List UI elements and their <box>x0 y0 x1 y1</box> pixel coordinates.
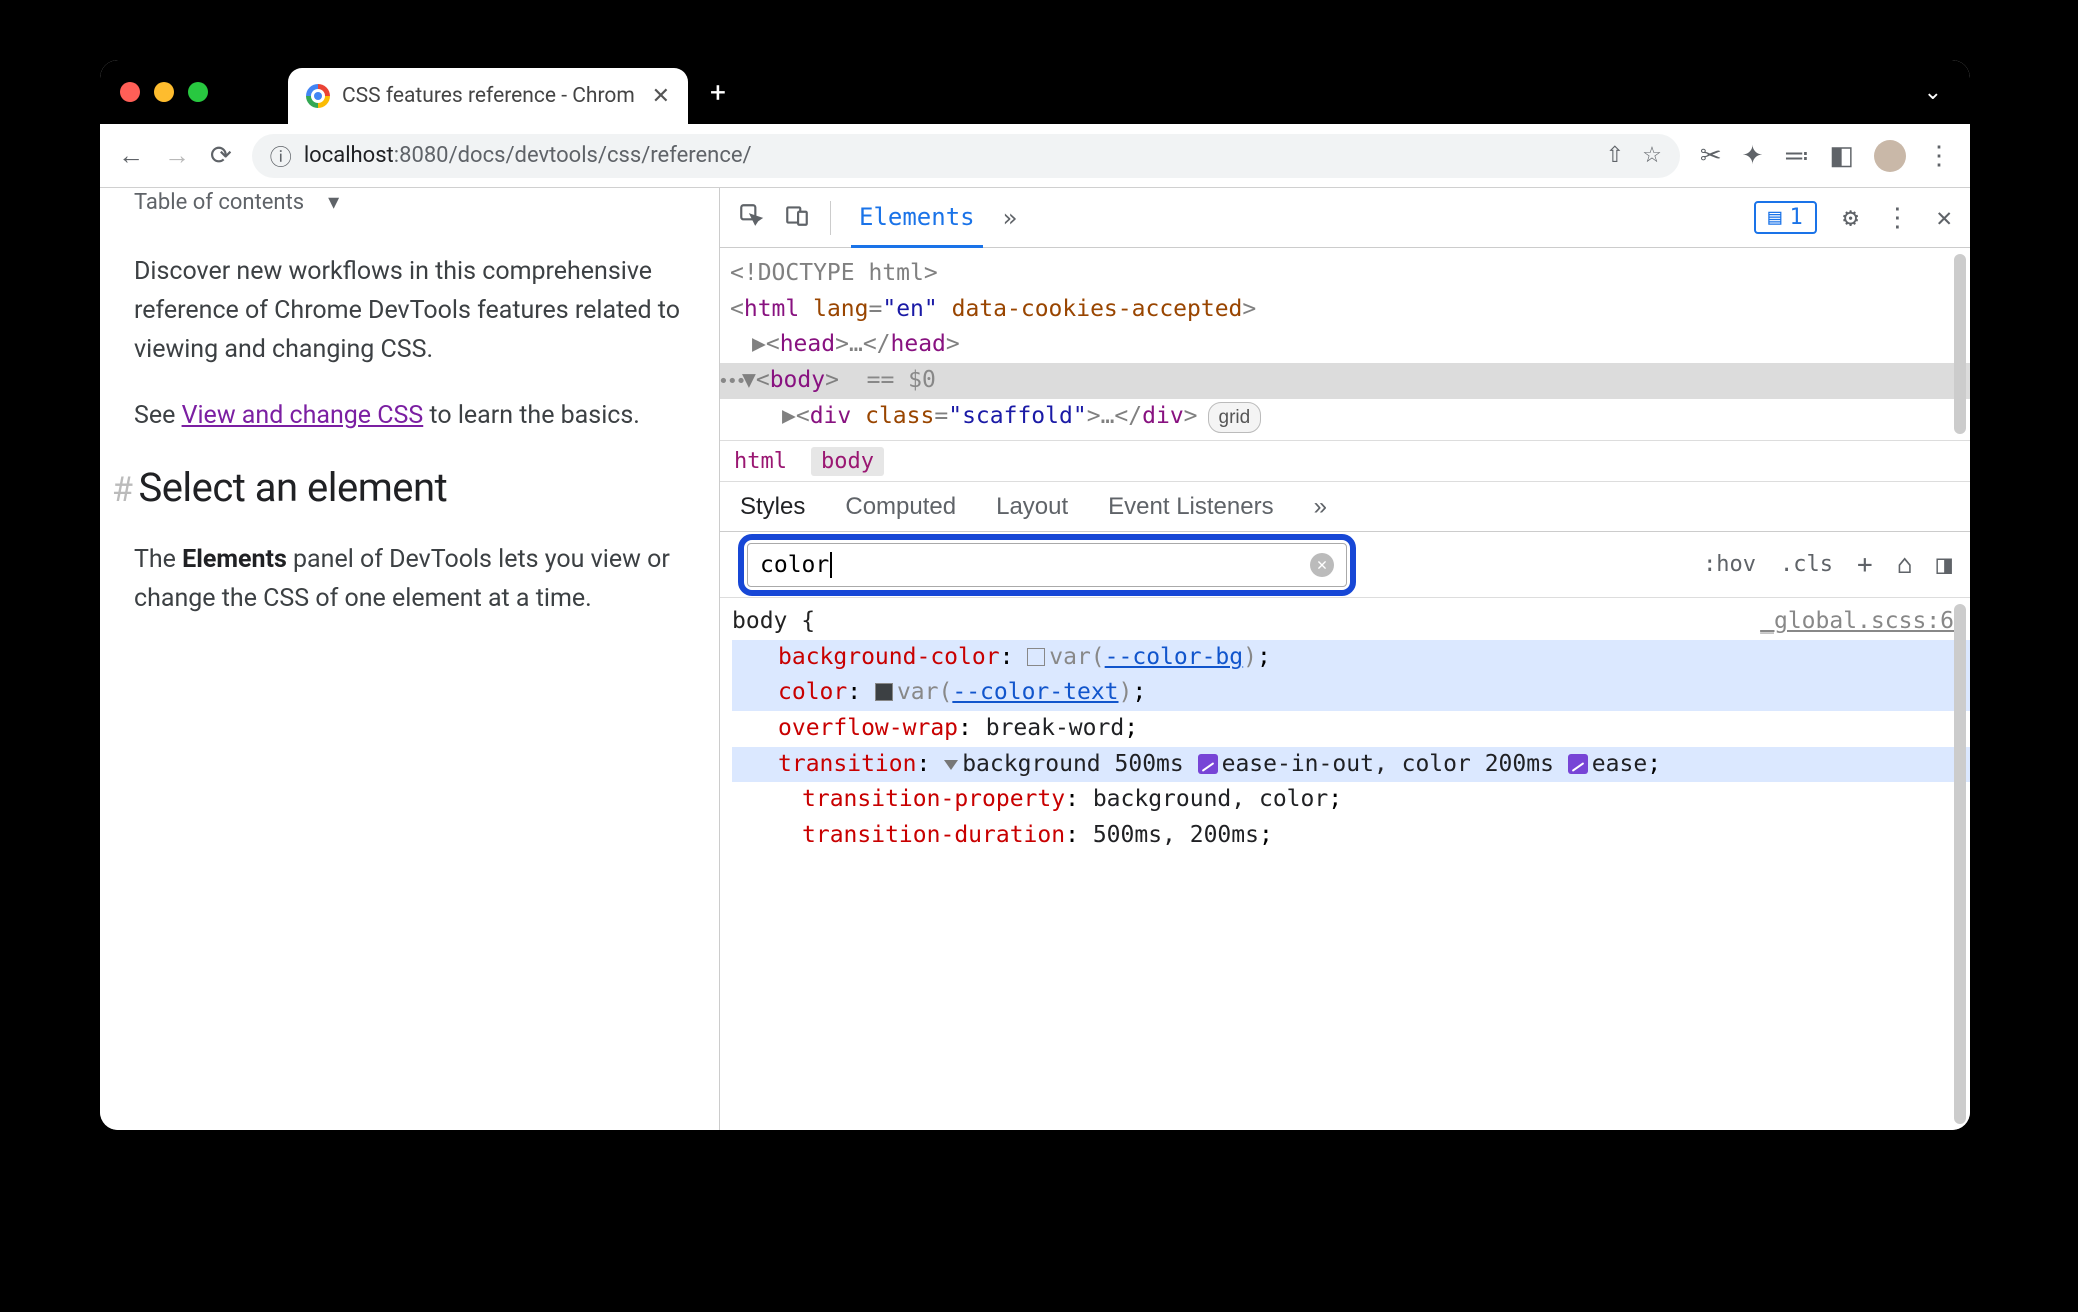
anchor-hash-icon[interactable]: # <box>112 470 132 510</box>
intro-paragraph: Discover new workflows in this comprehen… <box>134 253 691 369</box>
new-tab-button[interactable]: + <box>710 76 726 109</box>
cls-toggle[interactable]: .cls <box>1780 552 1833 577</box>
device-toggle-icon[interactable] <box>784 202 810 234</box>
issues-button[interactable]: ▤ 1 <box>1754 201 1817 234</box>
event-listeners-tab[interactable]: Event Listeners <box>1108 493 1273 521</box>
rule-selector[interactable]: body { <box>732 604 815 640</box>
settings-icon[interactable]: ⚙ <box>1843 203 1859 233</box>
dom-doctype: <!DOCTYPE html> <box>730 256 1960 292</box>
elements-tab[interactable]: Elements <box>851 203 983 249</box>
grid-badge[interactable]: grid <box>1208 402 1262 433</box>
profile-avatar[interactable] <box>1874 140 1906 172</box>
view-change-css-link[interactable]: View and change CSS <box>182 401 424 430</box>
dom-ellipsis-icon: ••• <box>718 368 745 396</box>
close-devtools-icon[interactable]: ✕ <box>1936 203 1952 233</box>
tab-title: CSS features reference - Chrom <box>342 84 635 108</box>
clear-filter-icon[interactable]: ✕ <box>1310 553 1334 577</box>
dom-breadcrumb: html body <box>720 440 1970 482</box>
chat-icon: ▤ <box>1768 205 1781 230</box>
dom-head[interactable]: ▶<head>…</head> <box>730 327 1960 363</box>
crumb-html[interactable]: html <box>734 449 787 474</box>
dom-body-selected[interactable]: •••▼<body> == $0 <box>720 363 1970 399</box>
url-host: localhost <box>304 143 394 168</box>
hov-toggle[interactable]: :hov <box>1703 552 1756 577</box>
inspect-icon[interactable] <box>738 202 764 234</box>
more-subtabs-button[interactable]: » <box>1314 493 1327 521</box>
site-info-icon[interactable]: ⓘ <box>270 140 292 172</box>
issues-count: 1 <box>1789 205 1802 230</box>
dom-html[interactable]: <html lang="en" data-cookies-accepted> <box>730 292 1960 328</box>
browser-tab[interactable]: CSS features reference - Chrom ✕ <box>288 68 688 124</box>
decl-color[interactable]: color: var(--color-text); <box>732 675 1970 711</box>
tabs-menu-button[interactable]: ⌄ <box>1924 80 1942 105</box>
reload-button[interactable]: ⟳ <box>210 141 232 171</box>
side-panel-icon[interactable]: ◧ <box>1829 141 1854 171</box>
filter-highlight: color ✕ <box>738 534 1356 596</box>
styles-scrollbar[interactable] <box>1954 604 1966 1124</box>
dom-tree[interactable]: <!DOCTYPE html> <html lang="en" data-coo… <box>720 248 1970 440</box>
tab-strip: CSS features reference - Chrom ✕ + ⌄ <box>100 60 1970 124</box>
crumb-body[interactable]: body <box>811 447 884 476</box>
browser-window: CSS features reference - Chrom ✕ + ⌄ ← →… <box>100 60 1970 1130</box>
decl-background-color[interactable]: background-color: var(--color-bg); <box>732 640 1970 676</box>
address-bar[interactable]: ⓘ localhost:8080/docs/devtools/css/refer… <box>252 134 1680 178</box>
extensions-icon[interactable]: ✦ <box>1742 141 1764 171</box>
reading-list-icon[interactable]: ≕ <box>1783 141 1809 171</box>
easing-curve-icon <box>1568 754 1588 774</box>
tab-close-icon[interactable]: ✕ <box>652 84 670 109</box>
favicon-chrome-icon <box>306 84 330 108</box>
dom-scrollbar[interactable] <box>1954 254 1966 434</box>
new-rule-icon[interactable]: + <box>1857 550 1873 580</box>
rendered-page: Table of contents ▾ Discover new workflo… <box>100 188 720 1130</box>
forward-button[interactable]: → <box>164 140 190 171</box>
styles-filter-bar: color ✕ :hov .cls + ⌂ ◨ <box>720 532 1970 598</box>
url-path: /docs/devtools/css/reference/ <box>449 143 752 168</box>
see-paragraph: See View and change CSS to learn the bas… <box>134 397 691 436</box>
rule-source-link[interactable]: _global.scss:6 <box>1760 604 1954 640</box>
chevron-down-icon: ▾ <box>328 190 339 215</box>
url-port: :8080 <box>394 143 449 168</box>
decl-transition[interactable]: transition: background 500ms ease-in-out… <box>732 747 1970 783</box>
zoom-window-button[interactable] <box>188 82 208 102</box>
styles-pane[interactable]: body { _global.scss:6 background-color: … <box>720 598 1970 1130</box>
layout-tab[interactable]: Layout <box>996 493 1068 521</box>
toc-toggle[interactable]: Table of contents ▾ <box>134 190 691 215</box>
toolbar: ← → ⟳ ⓘ localhost:8080/docs/devtools/css… <box>100 124 1970 188</box>
elements-paragraph: The Elements panel of DevTools lets you … <box>134 541 691 619</box>
paint-icon[interactable]: ⌂ <box>1897 550 1913 580</box>
filter-value: color <box>760 552 829 578</box>
dom-div[interactable]: ▶<div class="scaffold">…</div>grid <box>730 399 1960 435</box>
decl-transition-duration[interactable]: transition-duration: 500ms, 200ms; <box>732 818 1970 854</box>
scissors-icon[interactable]: ✂ <box>1700 141 1722 171</box>
back-button[interactable]: ← <box>118 140 144 171</box>
decl-overflow-wrap[interactable]: overflow-wrap: break-word; <box>732 711 1970 747</box>
kebab-icon[interactable]: ⋮ <box>1884 203 1910 233</box>
traffic-lights <box>120 82 208 102</box>
decl-transition-property[interactable]: transition-property: background, color; <box>732 782 1970 818</box>
devtools-toolbar: Elements » ▤ 1 ⚙ ⋮ ✕ <box>720 188 1970 248</box>
styles-subtabs: Styles Computed Layout Event Listeners » <box>720 482 1970 532</box>
easing-curve-icon <box>1198 754 1218 774</box>
select-element-heading: #Select an element <box>134 464 691 511</box>
styles-filter-input[interactable]: color ✕ <box>747 543 1347 587</box>
expand-shorthand-icon <box>944 760 958 770</box>
close-window-button[interactable] <box>120 82 140 102</box>
bookmark-icon[interactable]: ☆ <box>1642 143 1662 168</box>
menu-button[interactable]: ⋮ <box>1926 141 1952 171</box>
styles-tab[interactable]: Styles <box>740 493 805 521</box>
computed-toggle-icon[interactable]: ◨ <box>1936 550 1952 580</box>
minimize-window-button[interactable] <box>154 82 174 102</box>
toc-label: Table of contents <box>134 190 304 215</box>
share-icon[interactable]: ⇧ <box>1606 143 1624 168</box>
more-tabs-button[interactable]: » <box>1003 204 1017 232</box>
devtools-panel: Elements » ▤ 1 ⚙ ⋮ ✕ <!DOCTYPE html> <ht… <box>720 188 1970 1130</box>
content-split: Table of contents ▾ Discover new workflo… <box>100 188 1970 1130</box>
computed-tab[interactable]: Computed <box>845 493 956 521</box>
